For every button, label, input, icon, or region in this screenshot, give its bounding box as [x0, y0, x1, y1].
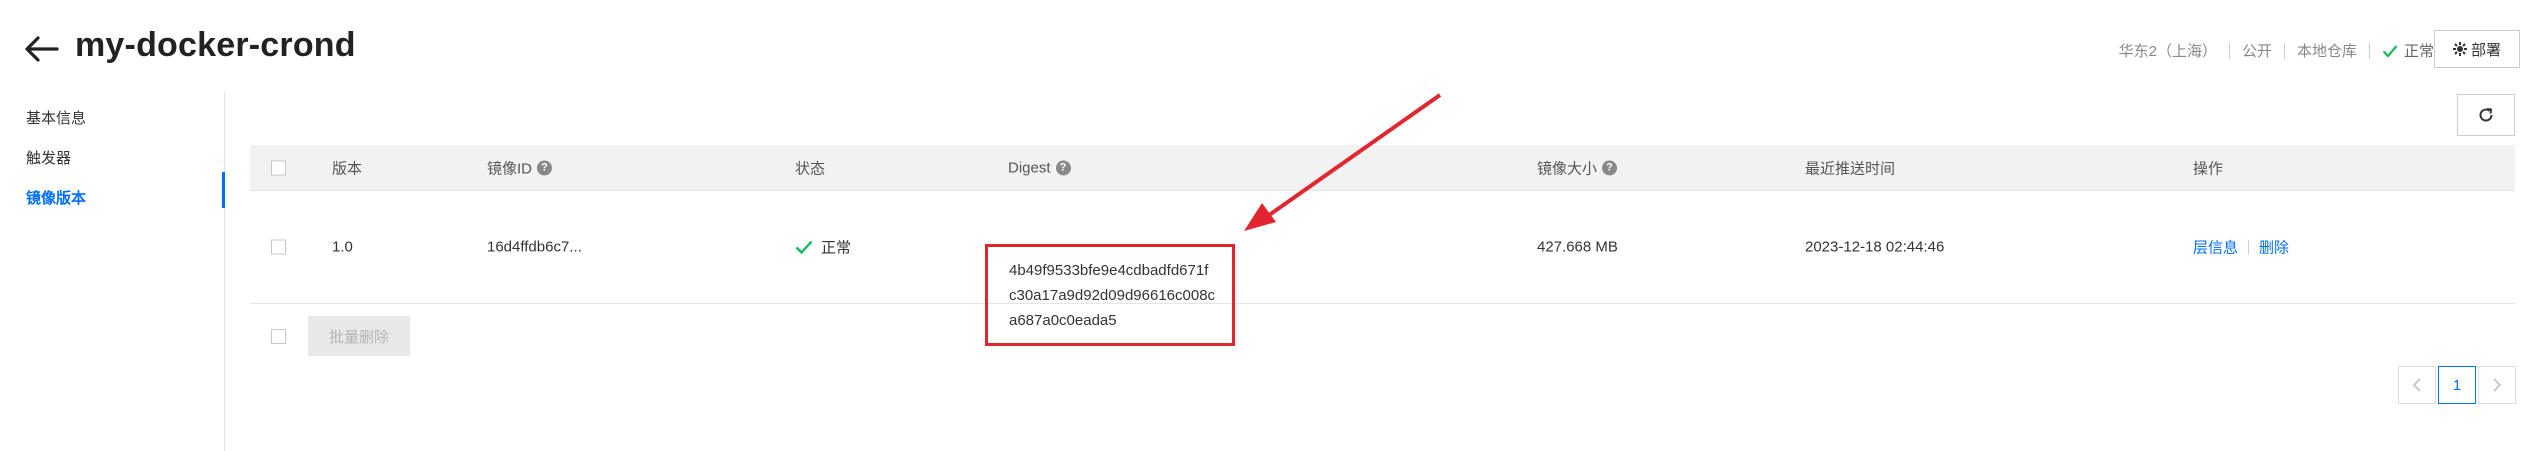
col-pushed: 最近推送时间 [1805, 160, 1896, 177]
visibility-label: 公开 [2241, 43, 2272, 60]
sidebar: 基本信息 触发器 镜像版本 [0, 92, 225, 451]
batch-delete-button[interactable]: 批量删除 [308, 316, 410, 356]
check-icon [2382, 44, 2398, 58]
divider [2228, 42, 2230, 59]
status-cell: 正常 [795, 237, 851, 258]
pagination: 1 [2398, 366, 2516, 404]
footer-select-checkbox[interactable] [271, 329, 286, 344]
col-size-label: 镜像大小 [1537, 160, 1598, 177]
prev-page-button[interactable] [2398, 366, 2436, 404]
repo-status-label: 正常 [2403, 43, 2434, 60]
size-cell: 427.668 MB [1537, 238, 1618, 256]
status-label: 正常 [821, 239, 852, 257]
chevron-left-icon [2412, 378, 2421, 392]
deploy-button[interactable]: 部署 [2434, 30, 2520, 68]
help-icon[interactable]: ? [1055, 160, 1071, 175]
divider [2248, 240, 2250, 254]
col-image-id: 镜像ID ? [487, 157, 553, 178]
refresh-icon [2479, 108, 2493, 122]
divider [2283, 42, 2285, 59]
check-icon [795, 240, 813, 255]
image-version-table: 版本 镜像ID ? 状态 Digest ? 镜像大小 ? 最近推送时间 操作 1… [250, 145, 2515, 346]
region-label: 华东2（上海） [2118, 43, 2217, 60]
deploy-icon [2452, 42, 2467, 56]
page-number[interactable]: 1 [2438, 366, 2476, 404]
sidebar-active-indicator [222, 172, 225, 208]
layer-info-link[interactable]: 层信息 [2193, 237, 2238, 258]
ops-cell: 层信息 删除 [2193, 237, 2289, 258]
table-row: 1.0 16d4ffdb6c7... 正常 4b49f9533bfe9e4cdb… [250, 191, 2515, 346]
col-status: 状态 [795, 160, 826, 177]
col-ops: 操作 [2193, 160, 2224, 177]
table-footer: 批量删除 [250, 306, 2515, 356]
sidebar-item-triggers[interactable]: 触发器 [26, 147, 71, 168]
divider [2368, 42, 2370, 59]
select-all-checkbox[interactable] [271, 160, 286, 175]
digest-line: c30a17a9d92d09d96616c008c [1009, 287, 1216, 304]
digest-line: 4b49f9533bfe9e4cdbadfd671f [1009, 262, 1209, 279]
image-id-cell: 16d4ffdb6c7... [487, 238, 582, 256]
help-icon[interactable]: ? [1602, 160, 1618, 175]
col-digest: Digest ? [1008, 159, 1071, 176]
col-size: 镜像大小 ? [1537, 157, 1618, 178]
back-arrow-icon[interactable] [24, 34, 60, 64]
sidebar-item-image-versions[interactable]: 镜像版本 [26, 187, 86, 208]
sidebar-item-basic-info[interactable]: 基本信息 [26, 107, 86, 128]
page-title: my-docker-crond [75, 26, 356, 64]
chevron-right-icon [2493, 378, 2502, 392]
page-header: my-docker-crond 华东2（上海） 公开 本地仓库 正常 部署 [0, 0, 2534, 95]
row-checkbox[interactable] [271, 239, 286, 255]
col-image-id-label: 镜像ID [487, 160, 533, 177]
version-cell: 1.0 [332, 238, 353, 256]
repo-type-label: 本地仓库 [2296, 43, 2357, 60]
refresh-button[interactable] [2457, 94, 2515, 136]
help-icon[interactable]: ? [537, 160, 553, 175]
pushed-time-cell: 2023-12-18 02:44:46 [1805, 238, 1945, 256]
next-page-button[interactable] [2478, 366, 2516, 404]
table-header: 版本 镜像ID ? 状态 Digest ? 镜像大小 ? 最近推送时间 操作 [250, 145, 2515, 191]
repo-status: 正常 [2382, 40, 2434, 61]
repo-meta: 华东2（上海） 公开 本地仓库 正常 [2119, 40, 2434, 61]
delete-link[interactable]: 删除 [2259, 237, 2289, 258]
col-digest-label: Digest [1008, 159, 1051, 176]
col-version: 版本 [332, 160, 363, 177]
deploy-label: 部署 [2470, 41, 2501, 59]
